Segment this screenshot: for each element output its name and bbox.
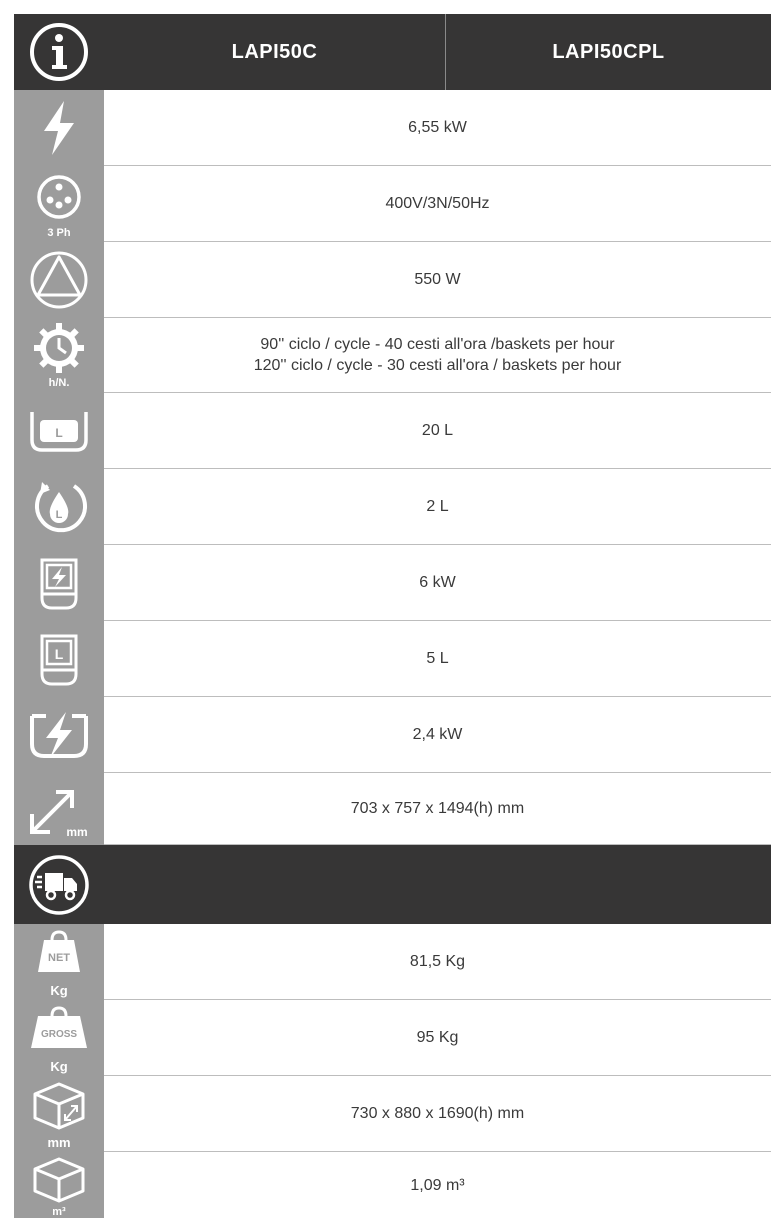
spec-row-voltage: 3 Ph 400V/3N/50Hz [14, 166, 771, 242]
icon-label: Kg [50, 983, 68, 998]
icon-tag: GROSS [41, 1029, 77, 1040]
water-consumption-icon: L [14, 469, 104, 545]
cycle-line-1: 90'' ciclo / cycle - 40 cesti all'ora /b… [260, 336, 615, 353]
header-row: LAPI50C LAPI50CPL [14, 14, 771, 90]
net-weight-icon: NET Kg [14, 924, 104, 1000]
spec-row-pump: 550 W [14, 242, 771, 318]
model-lapi50c: LAPI50C [231, 40, 318, 63]
spec-value: 95 Kg [104, 1000, 771, 1076]
spec-row-water: L 2 L [14, 469, 771, 545]
cycle-line-2: 120'' ciclo / cycle - 30 cesti all'ora /… [253, 357, 622, 374]
spec-row-cycle: h/N. 90'' ciclo / cycle - 40 cesti all'o… [14, 318, 771, 393]
lightning-icon [14, 90, 104, 166]
icon-label: mm [47, 1135, 71, 1150]
pump-triangle-icon [14, 242, 104, 318]
boiler-capacity-icon: L [14, 621, 104, 697]
ship-row-net-weight: NET Kg 81,5 Kg [14, 924, 771, 1000]
spec-value: 2 L [104, 469, 771, 545]
three-phase-plug-icon: 3 Ph [14, 166, 104, 242]
icon-letter: L [55, 646, 64, 662]
icon-label: 3 Ph [47, 227, 71, 239]
tank-capacity-icon: L [14, 393, 104, 469]
spec-value: 400V/3N/50Hz [104, 166, 771, 242]
model-lapi50cpl: LAPI50CPL [552, 40, 665, 63]
spec-value: 730 x 880 x 1690(h) mm [104, 1076, 771, 1152]
spec-row-tank-heating: 2,4 kW [14, 697, 771, 773]
package-volume-icon: m³ [14, 1152, 104, 1218]
icon-label: h/N. [48, 377, 70, 389]
spec-value: 2,4 kW [104, 697, 771, 773]
spec-row-boiler-power: 6 kW [14, 545, 771, 621]
spec-row-boiler-capacity: L 5 L [14, 621, 771, 697]
dimensions-icon: mm [14, 773, 104, 845]
gross-weight-icon: GROSS Kg [14, 1000, 104, 1076]
spec-value: 81,5 Kg [104, 924, 771, 1000]
spec-value: 20 L [104, 393, 771, 469]
tank-heating-icon [14, 697, 104, 773]
shipping-header-row [14, 845, 771, 924]
icon-label: m³ [52, 1206, 66, 1218]
spec-value: 6,55 kW [104, 90, 771, 166]
spec-value: 6 kW [104, 545, 771, 621]
spec-value: 1,09 m³ [410, 1176, 465, 1194]
spec-row-dimensions: mm 703 x 757 x 1494(h) mm [14, 773, 771, 845]
icon-letter: L [55, 426, 62, 440]
spec-value: 5 L [104, 621, 771, 697]
spec-value: 703 x 757 x 1494(h) mm [104, 773, 771, 845]
ship-row-package-dimensions: mm 730 x 880 x 1690(h) mm [14, 1076, 771, 1152]
package-dimensions-icon: mm [14, 1076, 104, 1152]
cycle-gear-clock-icon: h/N. [14, 318, 104, 393]
icon-label: mm [66, 825, 88, 839]
icon-tag: NET [48, 952, 70, 964]
spec-value: 550 W [104, 242, 771, 318]
ship-row-package-volume: m³ 1,09 m³ [14, 1152, 771, 1218]
info-icon [14, 14, 104, 90]
boiler-power-icon [14, 545, 104, 621]
ship-row-gross-weight: GROSS Kg 95 Kg [14, 1000, 771, 1076]
spec-row-tank: L 20 L [14, 393, 771, 469]
delivery-truck-icon [14, 845, 104, 924]
spec-value-multiline: 90'' ciclo / cycle - 40 cesti all'ora /b… [104, 318, 771, 393]
spec-row-power: 6,55 kW [14, 90, 771, 166]
icon-letter: L [56, 509, 63, 521]
icon-label: Kg [50, 1059, 68, 1074]
